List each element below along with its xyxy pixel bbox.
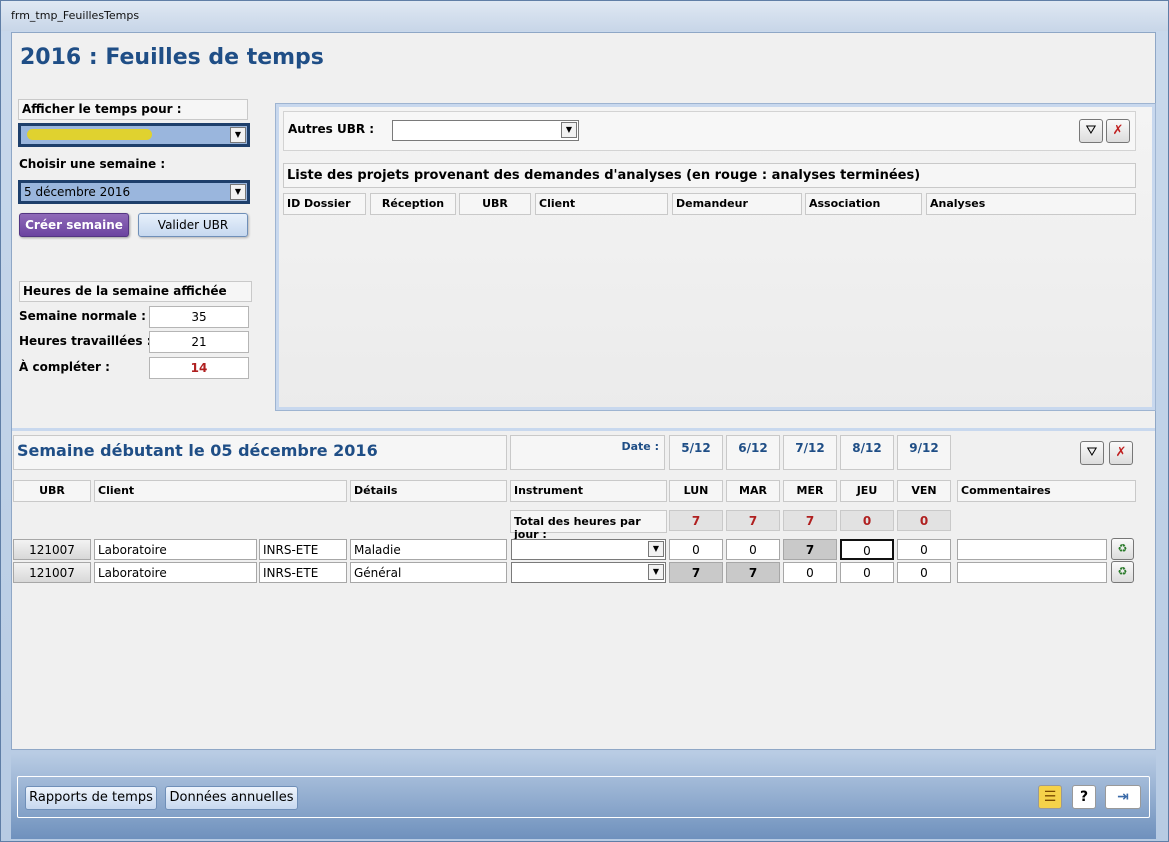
col-client: Client [535, 193, 668, 215]
row-hours-mar[interactable]: 7 [726, 562, 780, 583]
chevron-down-icon[interactable]: ▼ [230, 127, 246, 143]
col-analyses: Analyses [926, 193, 1136, 215]
projects-panel: Autres UBR : ▼ ⛛ ✗ Liste des projets pro… [275, 103, 1156, 411]
date-mar: 6/12 [726, 435, 780, 470]
week-col-mar: MAR [726, 480, 780, 502]
row-hours-mar[interactable]: 0 [726, 539, 780, 560]
row-instrument-combo[interactable]: ▼ [511, 562, 666, 583]
date-mer: 7/12 [783, 435, 837, 470]
row-ubr-button[interactable]: 121007 [13, 562, 91, 583]
week-col-jeu: JEU [840, 480, 894, 502]
clear-filter-icon[interactable]: ✗ [1109, 441, 1133, 465]
row-hours-mer[interactable]: 0 [783, 562, 837, 583]
afficher-label: Afficher le temps pour : [18, 99, 248, 120]
total-jeu: 0 [840, 510, 894, 531]
normale-label: Semaine normale : [19, 309, 146, 323]
col-ubr: UBR [459, 193, 531, 215]
date-lun: 5/12 [669, 435, 723, 470]
week-col-ven: VEN [897, 480, 951, 502]
recycle-bin-icon[interactable]: ♻ [1111, 538, 1134, 560]
autres-ubr-label: Autres UBR : [288, 122, 375, 136]
semaine-combo[interactable]: 5 décembre 2016 ▼ [18, 180, 250, 204]
row-hours-ven[interactable]: 0 [897, 562, 951, 583]
recycle-bin-icon[interactable]: ♻ [1111, 561, 1134, 583]
row-org[interactable]: INRS-ETE [259, 539, 347, 560]
row-hours-mer[interactable]: 7 [783, 539, 837, 560]
row-details[interactable]: Général [350, 562, 507, 583]
row-client[interactable]: Laboratoire [94, 539, 257, 560]
chevron-down-icon[interactable]: ▼ [561, 122, 577, 138]
col-id-dossier: ID Dossier [283, 193, 366, 215]
clear-filter-icon[interactable]: ✗ [1106, 119, 1130, 143]
row-hours-lun[interactable]: 0 [669, 539, 723, 560]
normale-field: 35 [149, 306, 249, 328]
filter-icon[interactable]: ⛛ [1079, 119, 1103, 143]
speech-bubble-icon[interactable]: ☰ [1038, 785, 1062, 809]
travaillees-label: Heures travaillées : [19, 334, 152, 348]
week-col-mer: MER [783, 480, 837, 502]
page-title: 2016 : Feuilles de temps [20, 45, 324, 70]
col-association: Association [805, 193, 922, 215]
row-commentaire[interactable] [957, 539, 1107, 560]
creer-semaine-button[interactable]: Créer semaine [19, 213, 129, 237]
total-ven: 0 [897, 510, 951, 531]
completer-label: À compléter : [19, 360, 110, 374]
footer-bar: Rapports de temps Données annuelles ☰ ? … [11, 753, 1156, 839]
row-instrument-combo[interactable]: ▼ [511, 539, 666, 560]
exit-door-icon[interactable]: ⇥ [1105, 785, 1141, 809]
filter-icon[interactable]: ⛛ [1080, 441, 1104, 465]
row-hours-ven[interactable]: 0 [897, 539, 951, 560]
semaine-value: 5 décembre 2016 [24, 185, 131, 199]
week-col-ubr: UBR [13, 480, 91, 502]
week-col-instrument: Instrument [510, 480, 667, 502]
week-col-details: Détails [350, 480, 507, 502]
donnees-button[interactable]: Données annuelles [165, 786, 298, 810]
row-hours-jeu[interactable]: 0 [840, 562, 894, 583]
row-hours-lun[interactable]: 7 [669, 562, 723, 583]
afficher-combo[interactable]: ▼ [18, 123, 250, 147]
week-col-client: Client [94, 480, 347, 502]
total-mar: 7 [726, 510, 780, 531]
form-area: 2016 : Feuilles de temps Afficher le tem… [11, 32, 1156, 750]
app-window: frm_tmp_FeuillesTemps 2016 : Feuilles de… [0, 0, 1169, 842]
week-col-lun: LUN [669, 480, 723, 502]
rapports-button[interactable]: Rapports de temps [25, 786, 157, 810]
chevron-down-icon[interactable]: ▼ [648, 564, 664, 580]
chevron-down-icon[interactable]: ▼ [230, 184, 246, 200]
autres-ubr-combo[interactable]: ▼ [392, 120, 579, 141]
total-label: Total des heures par jour : [510, 510, 667, 541]
travaillees-field: 21 [149, 331, 249, 353]
valider-ubr-button[interactable]: Valider UBR [138, 213, 248, 237]
week-col-commentaires: Commentaires [957, 480, 1136, 502]
week-section [12, 428, 1155, 749]
total-lun: 7 [669, 510, 723, 531]
total-mer: 7 [783, 510, 837, 531]
semaine-label: Choisir une semaine : [19, 157, 166, 171]
col-demandeur: Demandeur [672, 193, 802, 215]
date-jeu: 8/12 [840, 435, 894, 470]
row-details[interactable]: Maladie [350, 539, 507, 560]
row-ubr-button[interactable]: 121007 [13, 539, 91, 560]
col-reception: Réception [370, 193, 456, 215]
chevron-down-icon[interactable]: ▼ [648, 541, 664, 557]
row-client[interactable]: Laboratoire [94, 562, 257, 583]
row-hours-jeu[interactable]: 0 [840, 539, 894, 560]
date-label: Date : [510, 435, 665, 470]
completer-field: 14 [149, 357, 249, 379]
project-list-title: Liste des projets provenant des demandes… [283, 163, 1136, 188]
window-title: frm_tmp_FeuillesTemps [1, 1, 1168, 31]
date-ven: 9/12 [897, 435, 951, 470]
redacted-name [27, 129, 152, 140]
week-title: Semaine débutant le 05 décembre 2016 [13, 435, 507, 470]
footer-frame: Rapports de temps Données annuelles ☰ ? … [17, 776, 1150, 818]
row-org[interactable]: INRS-ETE [259, 562, 347, 583]
heures-header: Heures de la semaine affichée [19, 281, 252, 302]
row-commentaire[interactable] [957, 562, 1107, 583]
help-icon[interactable]: ? [1072, 785, 1096, 809]
